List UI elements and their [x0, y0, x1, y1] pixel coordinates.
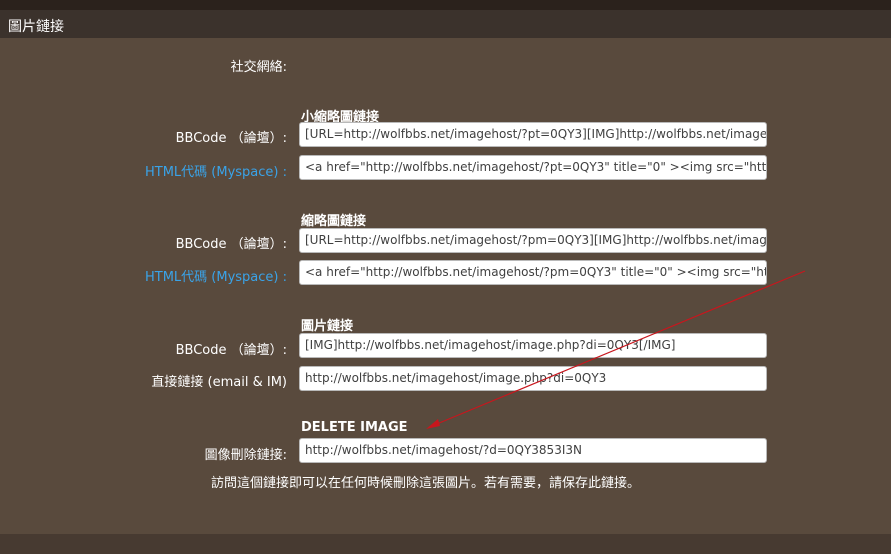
annotation-arrow-icon [426, 270, 806, 429]
arrow-shaft [431, 270, 806, 427]
arrow-head [426, 419, 440, 429]
